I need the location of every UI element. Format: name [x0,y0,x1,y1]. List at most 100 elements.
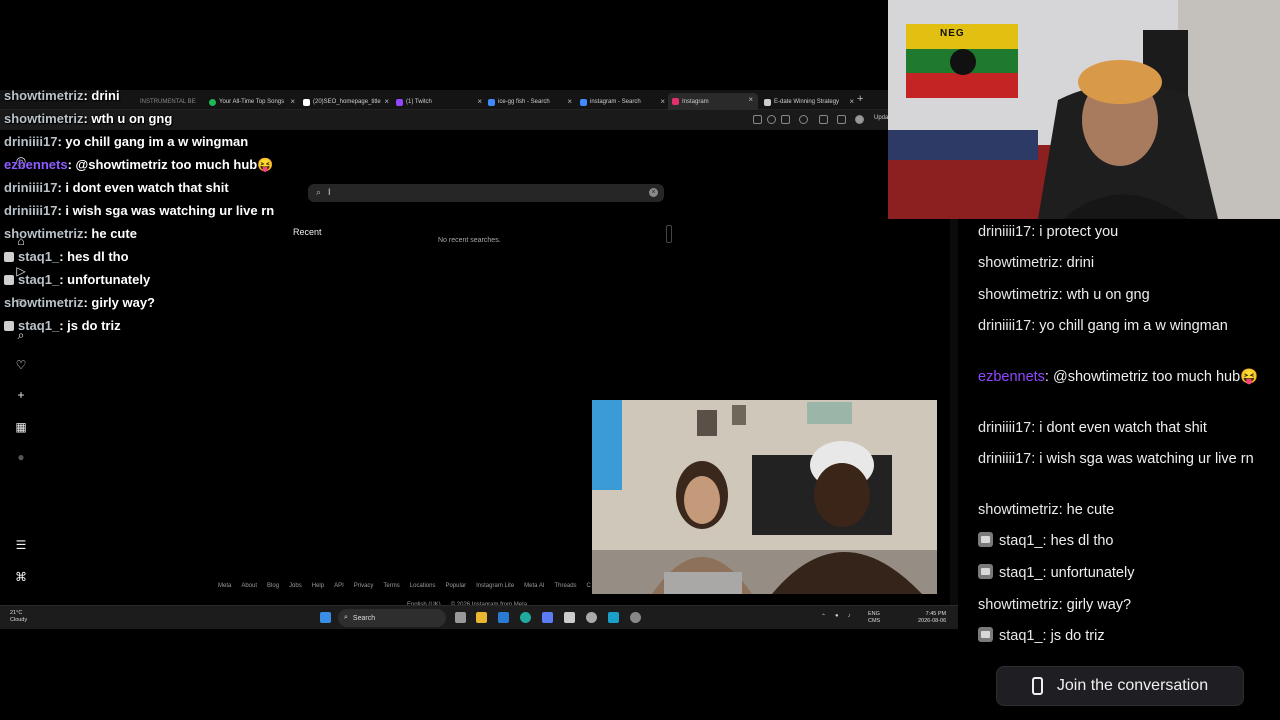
store-icon[interactable] [564,612,575,623]
chat-separator: : [1058,287,1067,303]
search-input[interactable]: ⌕ I × [308,184,664,202]
footer-link[interactable]: Popular [445,583,466,589]
chat-username[interactable]: driniiii17 [978,420,1031,436]
join-conversation-button[interactable]: Join the conversation [996,666,1244,706]
subscriber-badge-icon[interactable] [978,564,993,579]
weather-temp: 21°C [10,610,23,616]
mic-icon[interactable]: ♪ [848,613,851,620]
overlay-chat-line: ezbennets: @showtimetriz too much hub😝 [4,157,273,173]
footer-link[interactable]: C [587,583,591,589]
tab-label: INSTRUMENTAL BE [140,99,196,105]
footer-link[interactable]: Privacy [354,583,374,589]
star-icon[interactable] [781,115,790,124]
chat-username[interactable]: staq1_ [999,533,1043,549]
browser-tab[interactable]: ice-gg fish - Search × [488,95,572,109]
footer-link[interactable]: Terms [383,583,399,589]
chat-username[interactable]: showtimetriz [978,502,1059,518]
chat-username[interactable]: showtimetriz [978,597,1059,613]
also-from-meta-icon[interactable]: ⌘ [14,570,28,584]
chat-username[interactable]: showtimetriz [978,287,1059,303]
calculator-icon[interactable] [608,612,619,623]
weather-widget[interactable]: 21°C Cloudy [10,610,27,624]
start-icon[interactable] [320,612,331,623]
avatar[interactable] [855,115,864,124]
subscriber-badge-icon[interactable] [978,627,993,642]
menu-icon[interactable]: ☰ [14,538,28,552]
browser-tab[interactable]: E-date Winning Strategy × [764,95,854,109]
footer-link[interactable]: About [241,583,257,589]
clear-search-icon[interactable]: × [649,188,658,197]
chat-message: driniiii17: yo chill gang im a w wingman [978,317,1268,337]
scroll-indicator[interactable] [666,225,672,243]
overlay-chat-line: showtimetriz: wth u on gng [4,111,172,126]
create-icon[interactable]: + [14,388,28,402]
close-icon[interactable]: × [290,97,295,106]
overlay-username: ezbennets [4,157,68,172]
chat-username[interactable]: driniiii17 [978,318,1031,334]
instagram-icon [672,98,679,105]
chat-text: i protect you [1039,224,1119,240]
chat-text: js do triz [1050,628,1105,644]
refresh-icon[interactable] [799,115,808,124]
tab-label: E-date Winning Strategy [774,99,840,105]
windows-taskbar: 21°C Cloudy ⌕ Search ⌃ ● ♪ ENG CMS 7:45 … [0,605,958,629]
recent-heading: Recent [293,227,322,237]
extension-icon[interactable] [753,115,762,124]
chat-username[interactable]: driniiii17 [978,451,1031,467]
chevron-up-icon[interactable]: ⌃ [821,613,826,620]
close-icon[interactable]: × [849,97,854,106]
chat-username[interactable]: ezbennets [978,369,1045,385]
close-icon[interactable]: × [384,97,389,106]
browser-tab[interactable]: Your All-Time Top Songs × [209,95,295,109]
chat-text: wth u on gng [1066,287,1150,303]
close-icon[interactable]: × [567,97,572,106]
footer-link[interactable]: Threads [555,583,577,589]
zoom-icon[interactable] [767,115,776,124]
browser-tab[interactable]: (20)SEO_homepage_title × [303,95,389,109]
file-explorer-icon[interactable] [476,612,487,623]
network-icon[interactable]: ● [835,613,839,620]
chat-username[interactable]: showtimetriz [978,255,1059,271]
close-icon[interactable]: × [477,97,482,106]
overlay-message: i dont even watch that shit [65,180,229,195]
chat-message: driniiii17: i protect you [978,223,1268,243]
chat-username[interactable]: staq1_ [999,565,1043,581]
chat-separator: : [1044,369,1053,385]
browser-tab[interactable]: INSTRUMENTAL BE [140,95,200,109]
footer-link[interactable]: Help [312,583,324,589]
split-icon[interactable] [819,115,828,124]
overlay-message: yo chill gang im a w wingman [65,134,249,149]
notifications-icon[interactable]: ♡ [14,358,28,372]
footer-link[interactable]: Instagram Lite [476,583,514,589]
footer-link[interactable]: Jobs [289,583,302,589]
footer-link[interactable]: API [334,583,344,589]
profile-icon[interactable]: ● [14,450,28,464]
tab-label: (1) Twitch [406,99,432,105]
footer-link[interactable]: Blog [267,583,279,589]
system-clock[interactable]: 7:45 PM 2026-08-06 [918,611,946,625]
vscode-icon[interactable] [498,612,509,623]
tab-label: ice-gg fish - Search [498,99,550,105]
subscriber-badge-icon[interactable] [978,532,993,547]
browser-tab-active[interactable]: Instagram × [668,93,758,110]
settings-icon[interactable] [586,612,597,623]
footer-link[interactable]: Meta AI [524,583,544,589]
edge-icon[interactable] [520,612,531,623]
task-view-icon[interactable] [455,612,466,623]
taskbar-search[interactable]: ⌕ Search [338,609,446,627]
update-button[interactable]: Upda [874,115,888,121]
browser-tab[interactable]: (1) Twitch × [396,95,482,109]
discord-icon[interactable] [630,612,641,623]
browser-tab[interactable]: instagram - Search × [580,95,665,109]
footer-link[interactable]: Locations [410,583,436,589]
dashboard-icon[interactable]: ▦ [14,420,28,434]
footer-link[interactable]: Meta [218,583,231,589]
new-tab-icon[interactable]: + [857,93,863,105]
chat-username[interactable]: staq1_ [999,628,1043,644]
lang-indicator[interactable]: ENG CMS [868,611,880,625]
app-icon[interactable] [542,612,553,623]
close-icon[interactable]: × [748,95,753,104]
close-icon[interactable]: × [660,97,665,106]
favorites-icon[interactable] [837,115,846,124]
chat-username[interactable]: driniiii17 [978,224,1031,240]
